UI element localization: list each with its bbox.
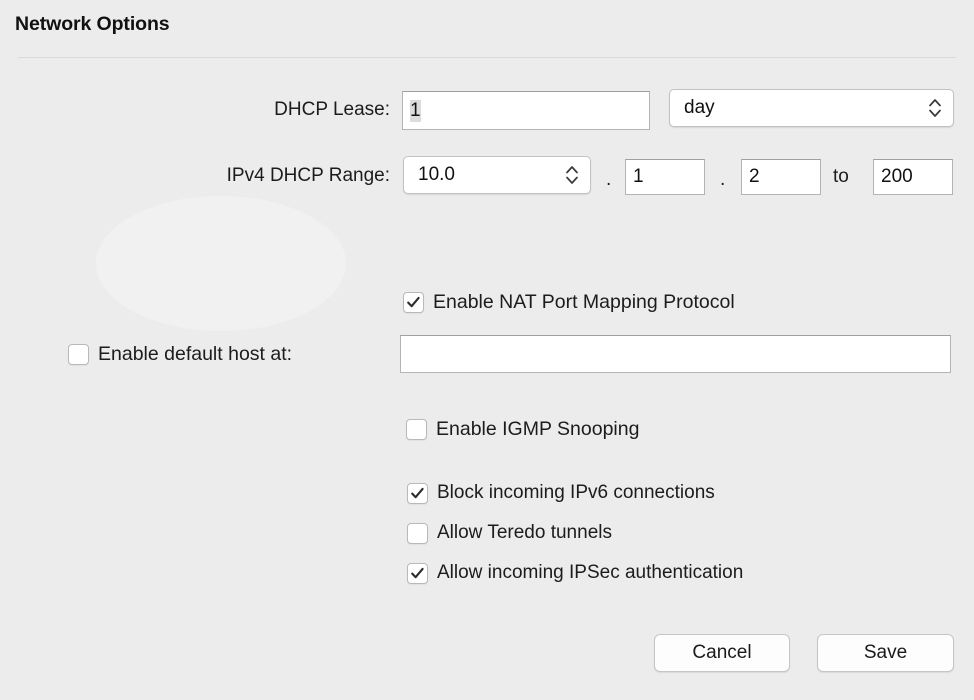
teredo-label: Allow Teredo tunnels <box>437 522 612 543</box>
dhcp-lease-value: 1 <box>410 99 421 122</box>
ipv4-range-end-input[interactable]: 200 <box>873 159 953 195</box>
ipv4-dot-separator-1: . <box>606 169 612 190</box>
ipv4-range-end-value: 200 <box>881 166 913 187</box>
default-host-address-input[interactable] <box>400 335 951 373</box>
dhcp-lease-input[interactable]: 1 <box>402 91 650 130</box>
ipv4-range-to-label: to <box>833 166 849 187</box>
ipv4-range-start-value: 2 <box>749 166 760 187</box>
default-host-checkbox-row[interactable]: Enable default host at: <box>68 343 292 366</box>
checkmark-icon <box>411 567 424 578</box>
chevron-up-down-icon <box>928 96 942 120</box>
dhcp-lease-label: DHCP Lease: <box>274 99 390 120</box>
chevron-up-down-icon <box>565 163 579 187</box>
igmp-snooping-label: Enable IGMP Snooping <box>436 418 640 440</box>
ipv4-range-start-input[interactable]: 2 <box>741 159 821 195</box>
save-button[interactable]: Save <box>817 634 954 672</box>
nat-port-mapping-label: Enable NAT Port Mapping Protocol <box>433 291 735 313</box>
dhcp-lease-unit-select[interactable]: day <box>669 89 954 127</box>
cancel-button[interactable]: Cancel <box>654 634 790 672</box>
ipsec-checkbox[interactable] <box>407 562 428 584</box>
ipsec-label: Allow incoming IPSec authentication <box>437 562 744 583</box>
default-host-checkbox[interactable] <box>68 344 89 365</box>
ipsec-checkbox-row[interactable]: Allow incoming IPSec authentication <box>407 562 743 584</box>
checkmark-icon <box>407 296 420 308</box>
ipv4-octet3-value: 1 <box>633 166 644 187</box>
ipv4-dot-separator-2: . <box>720 169 726 190</box>
network-options-form: DHCP Lease: 1 day IPv4 DHCP Range: 10.0 … <box>0 0 974 700</box>
igmp-snooping-checkbox[interactable] <box>406 419 427 440</box>
teredo-checkbox[interactable] <box>407 522 428 544</box>
dhcp-lease-unit-value: day <box>684 97 715 118</box>
default-host-label: Enable default host at: <box>98 343 293 365</box>
block-ipv6-checkbox-row[interactable]: Block incoming IPv6 connections <box>407 482 715 504</box>
teredo-checkbox-row[interactable]: Allow Teredo tunnels <box>407 522 612 544</box>
nat-port-mapping-checkbox-row[interactable]: Enable NAT Port Mapping Protocol <box>403 291 735 314</box>
igmp-snooping-checkbox-row[interactable]: Enable IGMP Snooping <box>406 418 639 441</box>
block-ipv6-label: Block incoming IPv6 connections <box>437 482 715 503</box>
nat-port-mapping-checkbox[interactable] <box>403 292 424 313</box>
ipv4-prefix-select[interactable]: 10.0 <box>403 156 591 194</box>
ipv4-prefix-value: 10.0 <box>418 164 455 185</box>
block-ipv6-checkbox[interactable] <box>407 482 428 504</box>
checkmark-icon <box>411 487 424 498</box>
ipv4-octet3-input[interactable]: 1 <box>625 159 705 195</box>
ipv4-dhcp-range-label: IPv4 DHCP Range: <box>226 165 390 186</box>
